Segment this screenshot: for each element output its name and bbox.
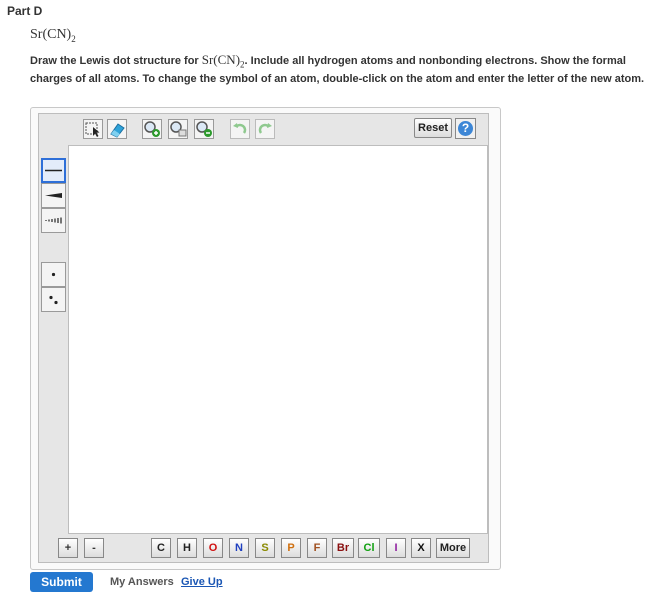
wedge-bond-icon xyxy=(45,193,62,198)
atom-button-cl[interactable]: Cl xyxy=(358,538,380,558)
instructions: Draw the Lewis dot structure for Sr(CN)2… xyxy=(30,52,666,87)
wedge-bond-button[interactable] xyxy=(41,183,66,208)
drawing-canvas[interactable] xyxy=(68,145,488,534)
atom-button-s[interactable]: S xyxy=(255,538,275,558)
atom-button-x[interactable]: X xyxy=(411,538,431,558)
more-atoms-button[interactable]: More xyxy=(436,538,470,558)
part-title: Part D xyxy=(7,4,43,18)
redo-button[interactable] xyxy=(255,119,275,139)
single-bond-icon xyxy=(45,169,62,172)
redo-icon xyxy=(258,123,272,134)
atom-button-o[interactable]: O xyxy=(203,538,223,558)
formula-base: Sr(CN) xyxy=(30,27,72,42)
undo-icon xyxy=(233,123,247,134)
instructions-formula-base: Sr(CN) xyxy=(201,52,241,67)
hash-bond-button[interactable] xyxy=(41,208,66,233)
submit-button[interactable]: Submit xyxy=(30,572,93,592)
zoom-in-button[interactable] xyxy=(142,119,162,139)
instructions-pre: Draw the Lewis dot structure for xyxy=(30,55,202,67)
atom-button-f[interactable]: F xyxy=(307,538,327,558)
select-arrow-icon xyxy=(85,122,100,137)
atom-button-h[interactable]: H xyxy=(177,538,197,558)
atom-button-n[interactable]: N xyxy=(229,538,249,558)
my-answers-label: My Answers xyxy=(110,576,174,588)
single-electron-button[interactable] xyxy=(41,262,66,287)
electron-pair-button[interactable] xyxy=(41,287,66,312)
magnifier-reset-icon xyxy=(170,121,187,137)
give-up-link[interactable]: Give Up xyxy=(181,576,223,588)
atom-button-p[interactable]: P xyxy=(281,538,301,558)
hash-bond-icon xyxy=(45,217,62,224)
eraser-icon xyxy=(110,123,125,138)
atom-button-br[interactable]: Br xyxy=(332,538,354,558)
atom-button-c[interactable]: C xyxy=(151,538,171,558)
question-formula: Sr(CN)2 xyxy=(30,27,76,44)
decrease-charge-button[interactable]: - xyxy=(84,538,104,558)
undo-button[interactable] xyxy=(230,119,250,139)
eraser-button[interactable] xyxy=(107,119,127,139)
help-button[interactable]: ? xyxy=(455,118,476,139)
atom-button-i[interactable]: I xyxy=(386,538,406,558)
help-icon: ? xyxy=(458,121,473,136)
single-bond-button[interactable] xyxy=(41,158,66,183)
zoom-fit-button[interactable] xyxy=(168,119,188,139)
double-dot-icon xyxy=(49,295,58,305)
magnifier-minus-icon xyxy=(196,121,212,137)
instructions-formula: Sr(CN)2 xyxy=(201,52,245,69)
formula-subscript: 2 xyxy=(71,33,76,44)
single-dot-icon xyxy=(51,272,56,277)
increase-charge-button[interactable]: + xyxy=(58,538,78,558)
select-tool-button[interactable] xyxy=(83,119,103,139)
reset-button[interactable]: Reset xyxy=(414,118,452,138)
magnifier-plus-icon xyxy=(144,121,160,137)
zoom-out-button[interactable] xyxy=(194,119,214,139)
